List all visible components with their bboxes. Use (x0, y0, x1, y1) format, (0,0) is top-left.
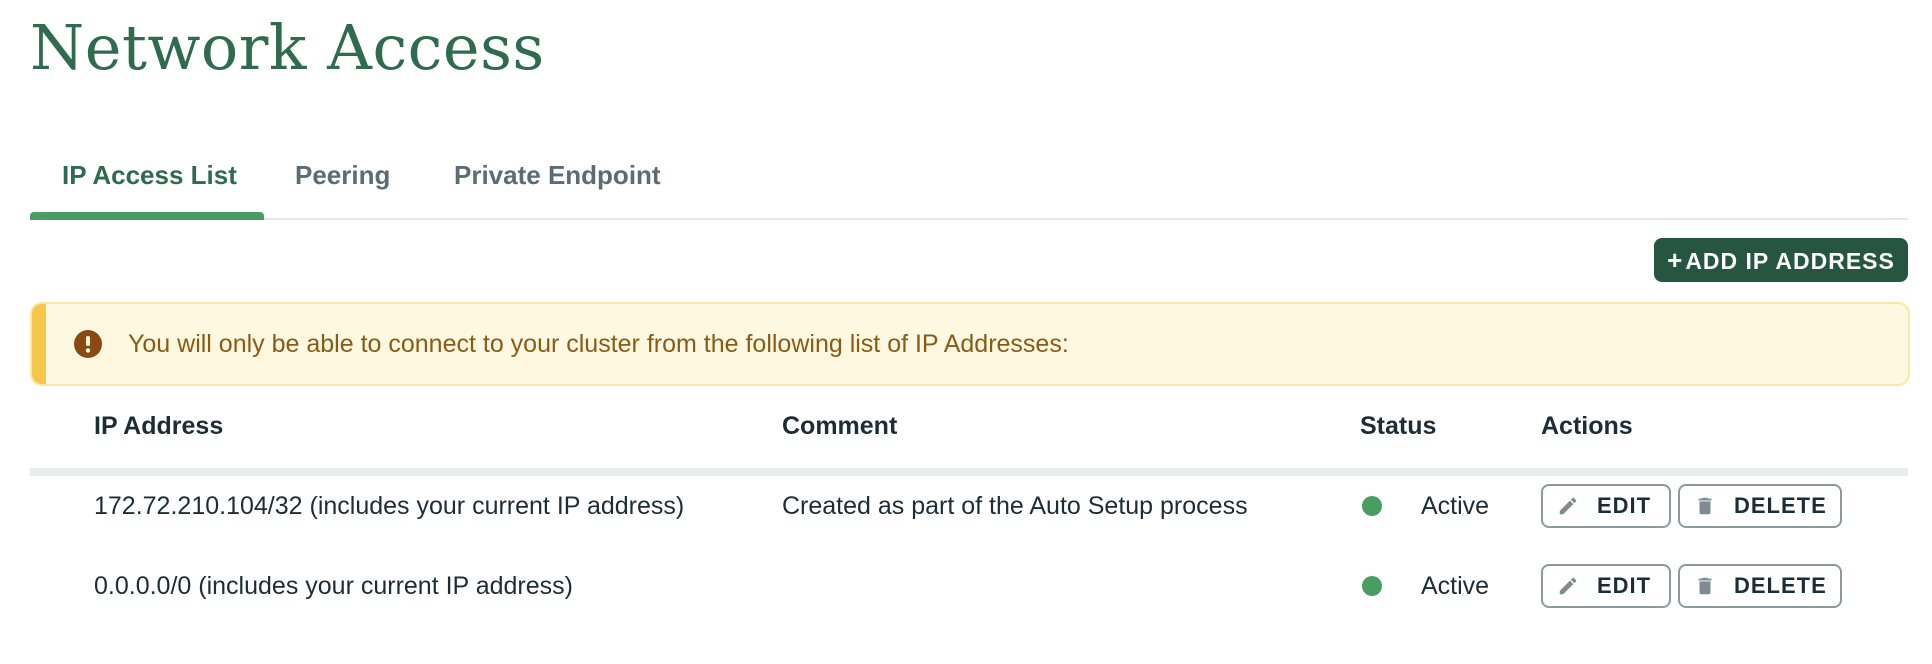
delete-label: DELETE (1734, 493, 1827, 518)
status-text: Active (1421, 492, 1490, 520)
ip-address-value: 172.72.210.104/32 (94, 492, 303, 520)
tab-peering[interactable]: Peering (295, 148, 390, 218)
edit-button[interactable]: EDIT (1541, 484, 1671, 528)
ip-address-cell: 172.72.210.104/32 (includes your current… (94, 466, 684, 546)
edit-label: EDIT (1597, 493, 1652, 518)
page-title: Network Access (30, 11, 545, 84)
add-ip-address-button[interactable]: +ADD IP ADDRESS (1654, 238, 1908, 282)
pencil-icon (1559, 577, 1577, 595)
delete-button[interactable]: DELETE (1678, 564, 1842, 608)
plus-icon: + (1667, 245, 1684, 275)
tab-ip-access-list[interactable]: IP Access List (62, 148, 237, 218)
ip-address-note: (includes your current IP address) (309, 492, 685, 520)
trash-icon (1698, 577, 1712, 595)
warning-stripe (32, 304, 46, 384)
column-header-status[interactable]: Status (1360, 400, 1436, 452)
exclamation-circle-icon (74, 330, 102, 358)
table-row: 172.72.210.104/32 (includes your current… (30, 466, 1908, 546)
status-text: Active (1421, 572, 1490, 600)
pencil-icon (1559, 497, 1577, 515)
comment-cell: Created as part of the Auto Setup proces… (782, 492, 1248, 520)
delete-label: DELETE (1734, 573, 1827, 598)
edit-button[interactable]: EDIT (1541, 564, 1671, 608)
edit-label: EDIT (1597, 573, 1652, 598)
tab-private-endpoint[interactable]: Private Endpoint (454, 148, 661, 218)
tab-bar: IP Access List Peering Private Endpoint (30, 148, 1908, 220)
add-ip-address-label: ADD IP ADDRESS (1685, 248, 1895, 274)
table-row: 0.0.0.0/0 (includes your current IP addr… (30, 546, 1908, 626)
active-tab-indicator (30, 212, 264, 220)
ip-address-value: 0.0.0.0/0 (94, 572, 192, 600)
warning-text: You will only be able to connect to your… (128, 330, 1069, 358)
ip-address-cell: 0.0.0.0/0 (includes your current IP addr… (94, 546, 573, 626)
warning-banner: You will only be able to connect to your… (30, 302, 1910, 386)
status-active-dot (1362, 496, 1382, 516)
column-header-comment[interactable]: Comment (782, 400, 897, 452)
delete-button[interactable]: DELETE (1678, 484, 1842, 528)
trash-icon (1698, 497, 1712, 515)
table-header: IP Address Comment Status Actions (30, 400, 1908, 476)
column-header-ip-address[interactable]: IP Address (94, 400, 223, 452)
ip-address-note: (includes your current IP address) (198, 572, 573, 600)
column-header-actions: Actions (1541, 412, 1633, 440)
status-active-dot (1362, 576, 1382, 596)
